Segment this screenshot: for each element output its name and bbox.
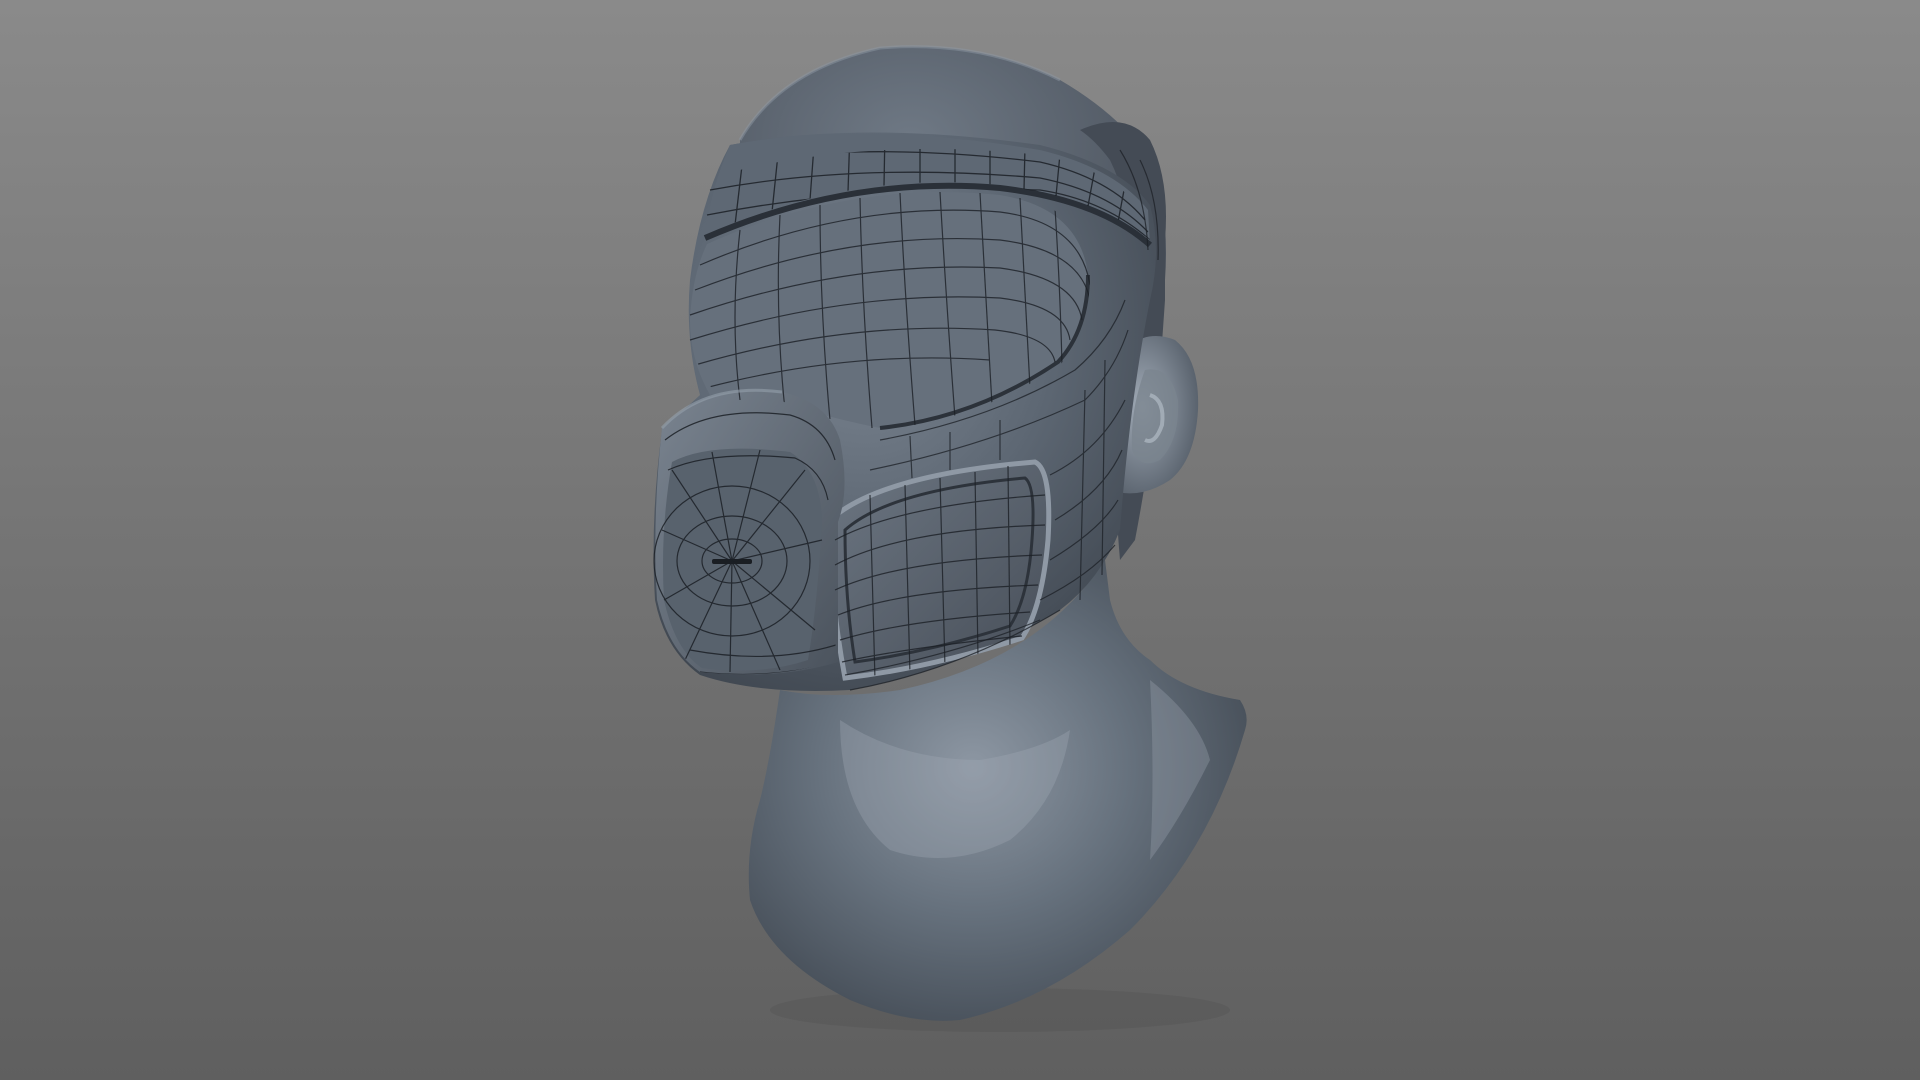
3d-viewport[interactable] [0, 0, 1920, 1080]
render-canvas [0, 0, 1920, 1080]
